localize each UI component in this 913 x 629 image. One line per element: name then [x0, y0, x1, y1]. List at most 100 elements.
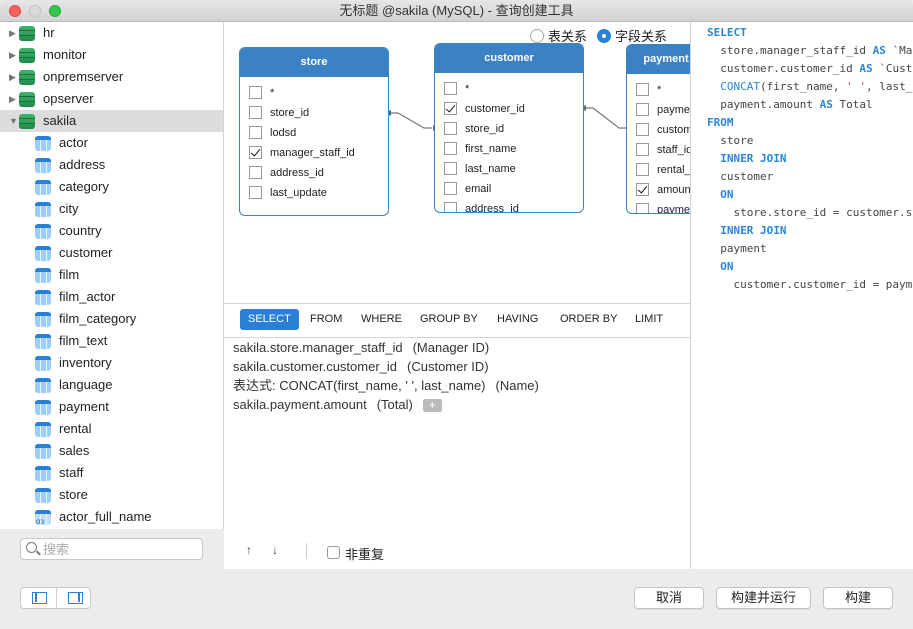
sidebar-table-sales[interactable]: sales — [0, 440, 223, 462]
table-field[interactable]: * — [249, 83, 274, 103]
sidebar-table-city[interactable]: city — [0, 198, 223, 220]
table-field[interactable]: address_id — [444, 199, 519, 212]
move-down-button[interactable]: ↓ — [272, 543, 278, 557]
table-relation-radio[interactable] — [530, 28, 544, 43]
table-card-header[interactable]: store — [240, 48, 388, 77]
field-checkbox[interactable] — [249, 105, 262, 119]
sidebar-table-film[interactable]: film — [0, 264, 223, 286]
sidebar-table-actor_full_name[interactable]: oo actor_full_name — [0, 506, 223, 528]
field-checkbox[interactable] — [444, 121, 457, 135]
table-card-header[interactable]: payment — [627, 45, 690, 74]
table-field[interactable]: store_id — [249, 103, 309, 123]
select-field-item[interactable]: 表达式: CONCAT(first_name, ' ', last_name) (… — [233, 376, 539, 395]
sidebar-database-sakila[interactable]: ▼ sakila — [0, 110, 223, 132]
field-checkbox[interactable] — [444, 201, 457, 212]
select-field-item[interactable]: sakila.payment.amount (Total) + — [233, 395, 442, 414]
table-field[interactable]: first_name — [444, 139, 516, 159]
field-checkbox[interactable] — [444, 161, 457, 175]
field-checkbox[interactable] — [636, 82, 649, 96]
collapsed-arrow-icon[interactable]: ▶ — [9, 88, 16, 110]
sidebar-table-staff[interactable]: staff — [0, 462, 223, 484]
add-field-button[interactable]: + — [422, 399, 442, 413]
diagram-canvas[interactable]: 表关系 字段关系 store * store_id lodsd manager_staf… — [224, 22, 690, 304]
field-checkbox[interactable] — [636, 142, 649, 156]
field-checkbox[interactable] — [444, 101, 457, 115]
sidebar-database-monitor[interactable]: ▶ monitor — [0, 44, 223, 66]
sidebar-table-actor[interactable]: actor — [0, 132, 223, 154]
tab-group-by[interactable]: GROUP BY — [412, 309, 486, 330]
tab-limit[interactable]: LIMIT — [627, 309, 671, 330]
sidebar-table-language[interactable]: language — [0, 374, 223, 396]
sidebar-table-film_text[interactable]: film_text — [0, 330, 223, 352]
table-card-payment[interactable]: payment * payment_id customer_id staff_idren… — [626, 44, 690, 214]
table-field[interactable]: * — [636, 80, 661, 100]
sidebar-table-category[interactable]: category — [0, 176, 223, 198]
field-checkbox[interactable] — [444, 181, 457, 195]
field-checkbox[interactable] — [636, 162, 649, 176]
toggle-right-pane-button[interactable] — [55, 588, 91, 608]
field-checkbox[interactable] — [249, 85, 262, 99]
field-checkbox[interactable] — [444, 141, 457, 155]
table-field[interactable]: payment_date — [636, 200, 690, 213]
build-and-run-button[interactable]: 构建并运行 — [716, 587, 811, 609]
table-field[interactable]: rental_id — [636, 160, 690, 180]
toggle-left-pane-button[interactable] — [21, 588, 56, 608]
field-relation-label[interactable]: 字段关系 — [615, 26, 667, 45]
table-field[interactable]: last_name — [444, 159, 516, 179]
field-checkbox[interactable] — [249, 185, 262, 199]
table-field[interactable]: store_id — [444, 119, 504, 139]
collapsed-arrow-icon[interactable]: ▶ — [9, 22, 16, 44]
table-field[interactable]: payment_id — [636, 100, 690, 120]
sidebar-database-opserver[interactable]: ▶ opserver — [0, 88, 223, 110]
sidebar-table-store[interactable]: store — [0, 484, 223, 506]
table-field[interactable]: staff_id — [636, 140, 690, 160]
tab-order-by[interactable]: ORDER BY — [552, 309, 625, 330]
table-field[interactable]: address_id — [249, 163, 324, 183]
sidebar-table-address[interactable]: address — [0, 154, 223, 176]
field-checkbox[interactable] — [636, 202, 649, 213]
distinct-option[interactable]: 非重复 — [327, 544, 384, 563]
move-up-button[interactable]: ↑ — [246, 543, 252, 557]
cancel-button[interactable]: 取消 — [634, 587, 704, 609]
table-field[interactable]: customer_id — [636, 120, 690, 140]
tab-having[interactable]: HAVING — [489, 309, 546, 330]
table-field[interactable]: email — [444, 179, 491, 199]
sidebar-table-inventory[interactable]: inventory — [0, 352, 223, 374]
field-checkbox[interactable] — [636, 182, 649, 196]
close-window-button[interactable] — [9, 5, 21, 17]
table-card-header[interactable]: customer — [435, 44, 583, 73]
field-checkbox[interactable] — [249, 165, 262, 179]
sql-preview-pane[interactable]: SELECT store.manager_staff_id AS `Manage… — [690, 22, 913, 569]
table-field[interactable]: lodsd — [249, 123, 296, 143]
select-field-item[interactable]: sakila.store.manager_staff_id (Manager ID… — [233, 338, 489, 357]
field-checkbox[interactable] — [636, 102, 649, 116]
tab-where[interactable]: WHERE — [353, 309, 410, 330]
table-field[interactable]: customer_id — [444, 99, 525, 119]
sidebar-table-customer[interactable]: customer — [0, 242, 223, 264]
collapsed-arrow-icon[interactable]: ▶ — [9, 66, 16, 88]
search-input[interactable] — [43, 541, 193, 557]
table-field[interactable]: manager_staff_id — [249, 143, 355, 163]
collapsed-arrow-icon[interactable]: ▶ — [9, 44, 16, 66]
maximize-window-button[interactable] — [49, 5, 61, 17]
expanded-arrow-icon[interactable]: ▼ — [9, 110, 18, 132]
table-field[interactable]: amount — [636, 180, 690, 200]
field-checkbox[interactable] — [249, 145, 262, 159]
sidebar-table-payment[interactable]: payment — [0, 396, 223, 418]
tab-select[interactable]: SELECT — [240, 309, 299, 330]
select-field-item[interactable]: sakila.customer.customer_id (Customer ID) — [233, 357, 489, 376]
table-card-store[interactable]: store * store_id lodsd manager_staff_id addre… — [239, 47, 389, 216]
sidebar-table-rental[interactable]: rental — [0, 418, 223, 440]
sidebar-database-hr[interactable]: ▶ hr — [0, 22, 223, 44]
field-checkbox[interactable] — [444, 81, 457, 95]
sidebar-table-film_actor[interactable]: film_actor — [0, 286, 223, 308]
distinct-checkbox[interactable] — [327, 546, 340, 559]
distinct-label[interactable]: 非重复 — [345, 544, 384, 563]
sidebar-search[interactable] — [20, 538, 203, 560]
table-field[interactable]: * — [444, 79, 469, 99]
field-relation-radio[interactable] — [597, 28, 612, 43]
table-card-customer[interactable]: customer * customer_id store_id first_name la… — [434, 43, 584, 213]
minimize-window-button[interactable] — [29, 5, 41, 17]
sidebar-table-film_category[interactable]: film_category — [0, 308, 223, 330]
sidebar-table-country[interactable]: country — [0, 220, 223, 242]
